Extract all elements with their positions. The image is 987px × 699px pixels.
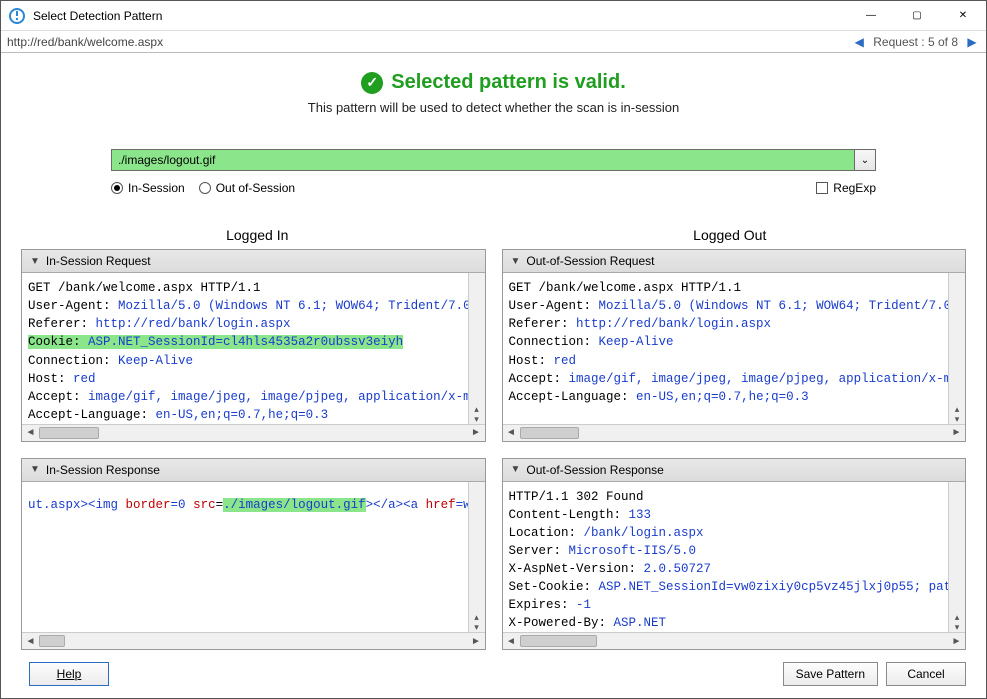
panel-title: In-Session Response (46, 463, 160, 477)
prev-request-button[interactable]: ◀ (851, 35, 867, 49)
valid-check-icon: ✓ (361, 72, 383, 94)
banner-subtitle: This pattern will be used to detect whet… (1, 100, 986, 115)
pattern-input[interactable] (111, 149, 854, 171)
help-button[interactable]: Help (29, 662, 109, 686)
panels-grid: ▼ In-Session Request GET /bank/welcome.a… (1, 243, 986, 650)
panel-title: In-Session Request (46, 254, 151, 268)
checkbox-regexp[interactable]: RegExp (816, 181, 876, 195)
status-banner: ✓ Selected pattern is valid. This patter… (1, 53, 986, 123)
vertical-scrollbar[interactable]: ▴▾ (948, 273, 965, 424)
radio-out-session-label: Out of-Session (216, 181, 295, 195)
panel-header[interactable]: ▼ In-Session Request (22, 250, 485, 273)
horizontal-scrollbar[interactable]: ◄► (22, 632, 485, 649)
panel-in-session-request: ▼ In-Session Request GET /bank/welcome.a… (21, 249, 486, 442)
panel-in-session-response: ▼ In-Session Response ut.aspx><img borde… (21, 458, 486, 651)
titlebar: Select Detection Pattern — ▢ ✕ (1, 1, 986, 31)
response-text[interactable]: ut.aspx><img border=0 src=./images/logou… (22, 482, 485, 633)
collapse-icon: ▼ (30, 256, 40, 267)
checkbox-regexp-label: RegExp (833, 181, 876, 195)
panel-title: Out-of-Session Request (526, 254, 654, 268)
collapse-icon: ▼ (30, 464, 40, 475)
radio-icon (111, 182, 123, 194)
horizontal-scrollbar[interactable]: ◄► (503, 424, 966, 441)
pattern-row: ⌄ (111, 149, 876, 171)
panel-header[interactable]: ▼ In-Session Response (22, 459, 485, 482)
banner-title: Selected pattern is valid. (391, 71, 626, 94)
minimize-button[interactable]: — (848, 1, 894, 31)
close-button[interactable]: ✕ (940, 1, 986, 31)
request-text[interactable]: GET /bank/welcome.aspx HTTP/1.1 User-Age… (503, 273, 966, 424)
col-left-title: Logged In (21, 227, 494, 243)
collapse-icon: ▼ (511, 464, 521, 475)
panel-out-session-request: ▼ Out-of-Session Request GET /bank/welco… (502, 249, 967, 442)
page-url: http://red/bank/welcome.aspx (7, 35, 851, 49)
columns-header: Logged In Logged Out (1, 227, 986, 243)
collapse-icon: ▼ (511, 256, 521, 267)
radio-icon (199, 182, 211, 194)
pattern-dropdown-button[interactable]: ⌄ (854, 149, 876, 171)
response-text[interactable]: HTTP/1.1 302 Found Content-Length: 133 L… (503, 482, 966, 633)
options-row: In-Session Out of-Session RegExp (111, 181, 876, 195)
maximize-button[interactable]: ▢ (894, 1, 940, 31)
checkbox-icon (816, 182, 828, 194)
radio-in-session[interactable]: In-Session (111, 181, 185, 195)
horizontal-scrollbar[interactable]: ◄► (503, 632, 966, 649)
footer: Help Save Pattern Cancel (1, 650, 986, 698)
panel-header[interactable]: ▼ Out-of-Session Response (503, 459, 966, 482)
save-pattern-button[interactable]: Save Pattern (783, 662, 878, 686)
panel-out-session-response: ▼ Out-of-Session Response HTTP/1.1 302 F… (502, 458, 967, 651)
radio-in-session-label: In-Session (128, 181, 185, 195)
vertical-scrollbar[interactable]: ▴▾ (948, 482, 965, 633)
chevron-down-icon: ⌄ (861, 155, 869, 166)
panel-title: Out-of-Session Response (526, 463, 663, 477)
next-request-button[interactable]: ▶ (964, 35, 980, 49)
panel-header[interactable]: ▼ Out-of-Session Request (503, 250, 966, 273)
request-counter: Request : 5 of 8 (867, 35, 964, 49)
url-bar: http://red/bank/welcome.aspx ◀ Request :… (1, 31, 986, 53)
vertical-scrollbar[interactable]: ▴▾ (468, 273, 485, 424)
horizontal-scrollbar[interactable]: ◄► (22, 424, 485, 441)
request-text[interactable]: GET /bank/welcome.aspx HTTP/1.1 User-Age… (22, 273, 485, 424)
cancel-button[interactable]: Cancel (886, 662, 966, 686)
vertical-scrollbar[interactable]: ▴▾ (468, 482, 485, 633)
app-icon (9, 8, 25, 24)
window-title: Select Detection Pattern (33, 9, 162, 23)
radio-out-session[interactable]: Out of-Session (199, 181, 295, 195)
col-right-title: Logged Out (494, 227, 967, 243)
